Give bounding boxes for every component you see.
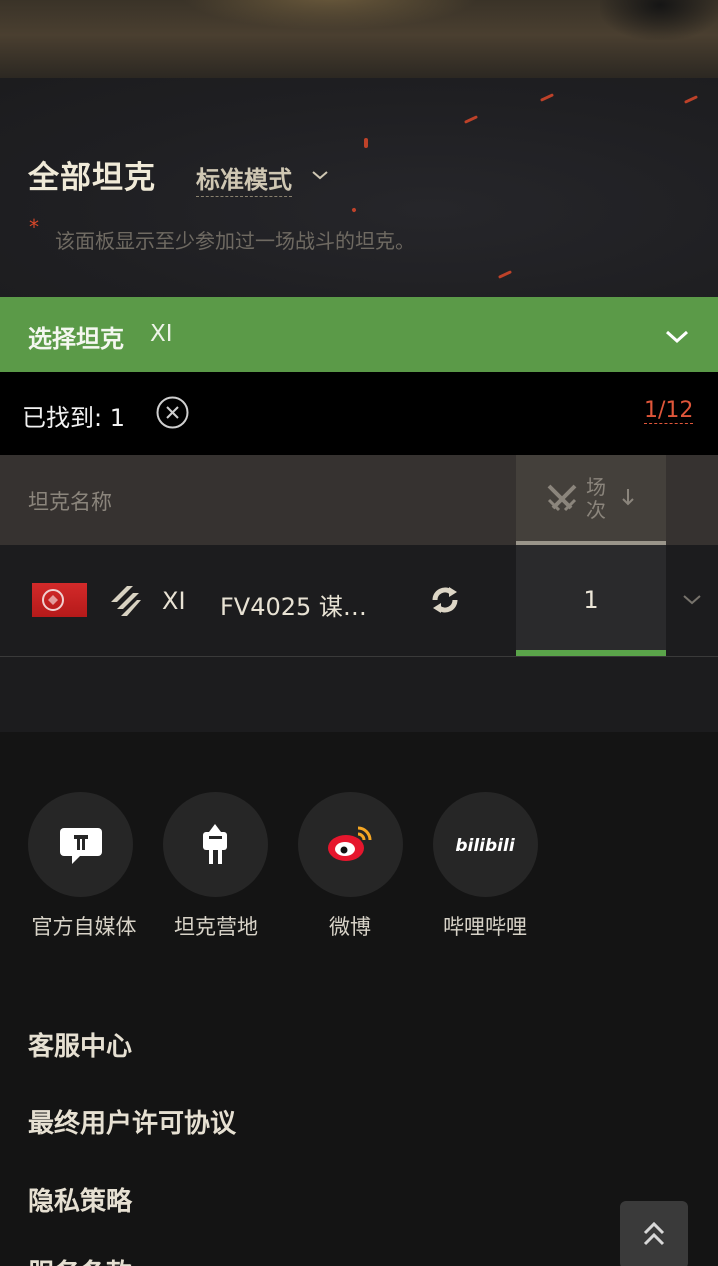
link-privacy-policy[interactable]: 隐私策略	[28, 1181, 132, 1218]
chevron-down-icon[interactable]	[664, 325, 690, 347]
table-spacer	[0, 657, 718, 732]
page-title: 全部坦克	[28, 160, 156, 196]
social-weibo[interactable]	[298, 792, 403, 897]
clear-filter-icon[interactable]	[156, 396, 189, 429]
hint-text: 该面板显示至少参加过一场战斗的坦克。	[55, 229, 415, 253]
link-customer-service[interactable]: 客服中心	[28, 1026, 132, 1063]
page-counter[interactable]: 1/12	[644, 399, 694, 424]
hint-asterisk: *	[29, 215, 39, 239]
link-eula[interactable]: 最终用户许可协议	[28, 1103, 236, 1140]
chevron-down-icon[interactable]	[309, 166, 331, 184]
filter-label: 选择坦克	[28, 325, 124, 353]
chevron-down-icon[interactable]	[680, 590, 704, 610]
crossed-swords-icon	[547, 484, 577, 512]
link-terms-of-service[interactable]: 服务条款	[28, 1253, 132, 1266]
nation-emblem-icon	[42, 589, 64, 611]
found-count: 已找到: 1	[22, 404, 125, 432]
battles-column-label: 场次	[586, 475, 606, 522]
mode-select[interactable]: 标准模式	[196, 160, 292, 197]
social-tank-camp[interactable]	[163, 792, 268, 897]
social-label-tank-camp: 坦克营地	[174, 915, 258, 939]
column-header-name[interactable]: 坦克名称	[28, 486, 112, 516]
weibo-icon	[328, 826, 372, 861]
social-label-bilibili: 哔哩哔哩	[443, 915, 527, 939]
tank-name[interactable]: FV4025 谋…	[220, 587, 367, 622]
social-bilibili[interactable]: bilibili	[433, 792, 538, 897]
social-label-official-media: 官方自媒体	[31, 915, 137, 939]
hero-banner	[0, 0, 718, 78]
svg-text:bilibili: bilibili	[455, 836, 515, 856]
filter-value: XI	[150, 321, 173, 347]
wot-chat-icon	[60, 828, 102, 864]
back-to-top-button[interactable]	[620, 1201, 688, 1266]
tank-camp-icon	[203, 824, 227, 864]
tank-class-icon	[111, 586, 141, 616]
double-chevron-up-icon	[643, 1221, 665, 1246]
refresh-icon[interactable]	[429, 584, 461, 616]
sort-down-icon[interactable]	[620, 486, 636, 508]
battles-value: 1	[583, 586, 599, 614]
bilibili-icon: bilibili	[455, 836, 515, 856]
social-official-media[interactable]	[28, 792, 133, 897]
tank-tier: XI	[162, 587, 186, 615]
social-label-weibo: 微博	[329, 915, 371, 939]
